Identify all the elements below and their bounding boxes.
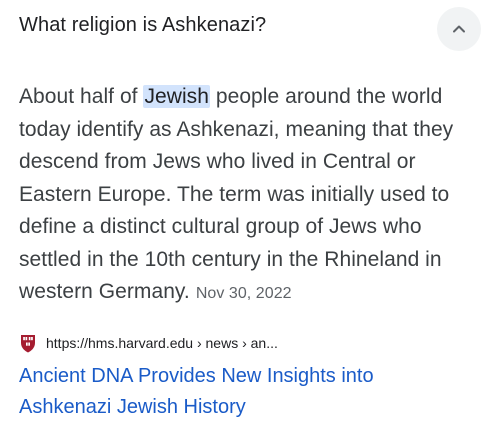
highlighted-term: Jewish xyxy=(143,85,210,108)
result-title-link[interactable]: Ancient DNA Provides New Insights into A… xyxy=(19,361,459,423)
harvard-shield-icon xyxy=(19,333,37,353)
question-row[interactable]: What religion is Ashkenazi? xyxy=(19,0,481,58)
collapse-button[interactable] xyxy=(437,7,481,51)
source-url[interactable]: https://hms.harvard.edu › news › an... xyxy=(46,335,278,351)
answer-prefix: About half of xyxy=(19,85,138,108)
answer-body: people around the world today identify a… xyxy=(19,85,454,303)
answer-date: Nov 30, 2022 xyxy=(195,285,292,302)
question-text[interactable]: What religion is Ashkenazi? xyxy=(19,14,266,37)
answer-snippet: About half of Jewish people around the w… xyxy=(19,81,484,311)
chevron-up-icon xyxy=(453,25,465,33)
source-row[interactable]: https://hms.harvard.edu › news › an... xyxy=(19,333,278,353)
